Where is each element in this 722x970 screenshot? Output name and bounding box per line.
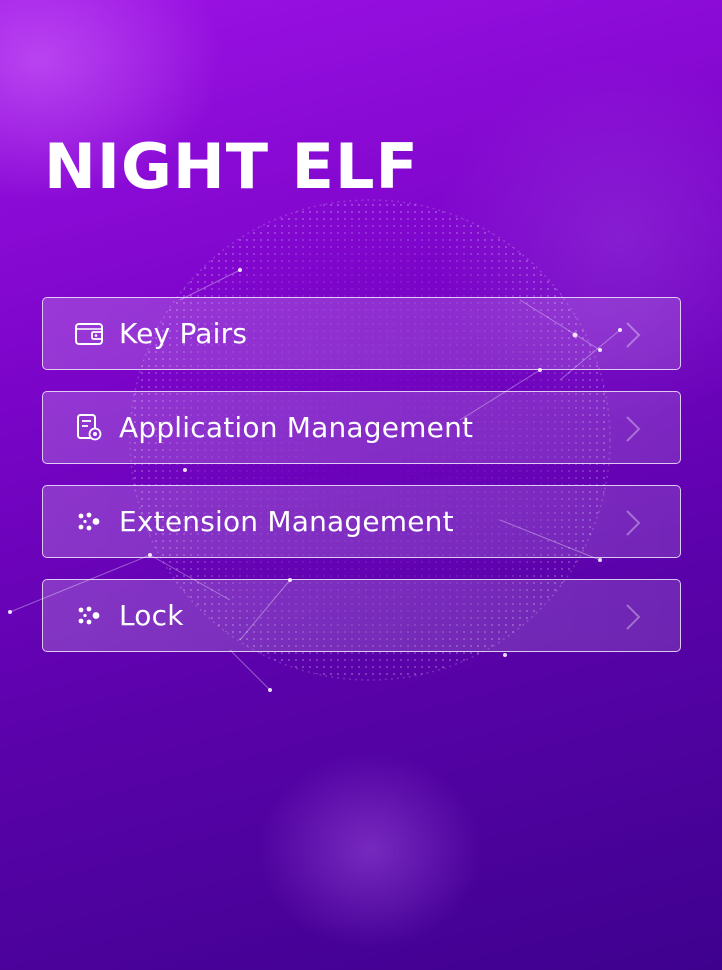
menu-item-label: Application Management: [119, 411, 474, 444]
nodes-icon: [73, 600, 105, 632]
chevron-right-icon: [626, 510, 641, 536]
menu-item-key-pairs[interactable]: Key Pairs: [42, 297, 681, 370]
chevron-right-icon: [626, 322, 641, 348]
menu-item-application-management[interactable]: Application Management: [42, 391, 681, 464]
app-title: NIGHT ELF: [44, 130, 419, 203]
menu-item-lock[interactable]: Lock: [42, 579, 681, 652]
menu-item-label: Extension Management: [119, 505, 454, 538]
wallet-icon: [73, 318, 105, 350]
document-settings-icon: [73, 412, 105, 444]
chevron-right-icon: [626, 416, 641, 442]
chevron-right-icon: [626, 604, 641, 630]
menu-item-label: Key Pairs: [119, 317, 248, 350]
main-menu: Key Pairs Application Management Extensi…: [42, 297, 681, 673]
menu-item-extension-management[interactable]: Extension Management: [42, 485, 681, 558]
nodes-icon: [73, 506, 105, 538]
menu-item-label: Lock: [119, 599, 184, 632]
